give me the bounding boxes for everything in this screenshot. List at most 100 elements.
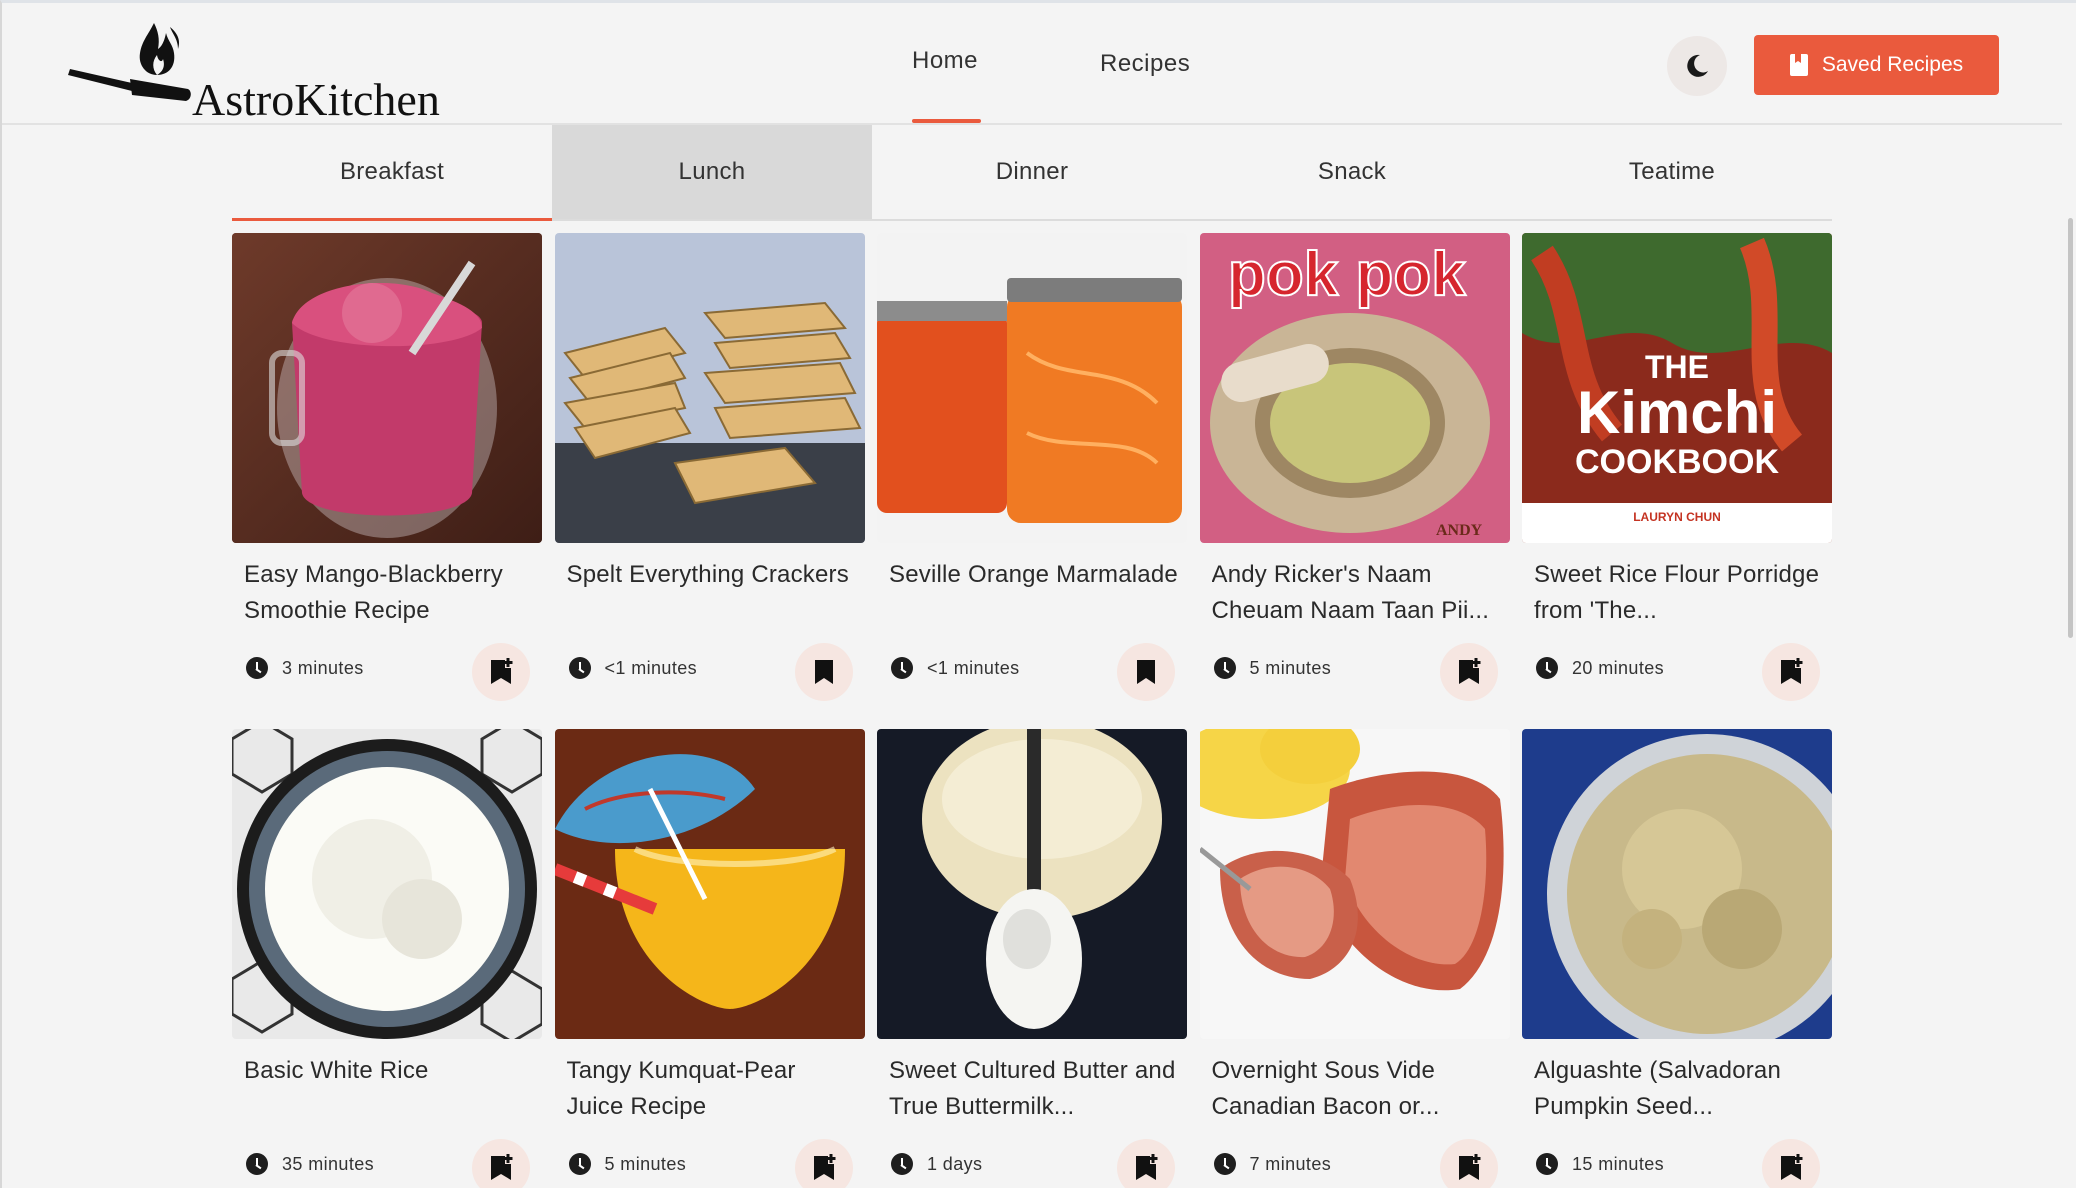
recipe-title[interactable]: Seville Orange Marmalade (889, 557, 1179, 593)
recipe-time: 5 minutes (568, 1153, 687, 1175)
bookmark-add-icon (1458, 1154, 1480, 1180)
bookmark-add-icon (1136, 1154, 1158, 1180)
logo[interactable]: AstroKitchen (62, 3, 442, 125)
recipe-time-label: <1 minutes (604, 657, 698, 678)
clock-icon (246, 1153, 268, 1175)
recipe-time: <1 minutes (568, 657, 698, 679)
bookmark-add-button[interactable] (1762, 1139, 1820, 1188)
bookmark-add-button[interactable] (1117, 1139, 1175, 1188)
bookmark-icon (1789, 54, 1808, 76)
svg-text:LAURYN CHUN: LAURYN CHUN (1633, 510, 1721, 524)
clock-icon (891, 1153, 913, 1175)
clock-icon (1213, 657, 1236, 679)
recipe-card[interactable]: THE Kimchi COOKBOOK LAURYN CHUN Sweet Ri… (1522, 233, 1832, 701)
recipe-time: 35 minutes (246, 1153, 374, 1175)
recipe-time: 1 days (891, 1153, 982, 1175)
svg-text:pok pok: pok pok (1228, 240, 1466, 309)
recipe-card[interactable]: pok pok ANDY Andy Ricker's Naam Cheuam N… (1199, 233, 1510, 701)
bookmark-add-button[interactable] (1439, 1139, 1498, 1188)
recipe-time: <1 minutes (891, 657, 1020, 679)
recipe-card[interactable]: Alguashte (Salvadoran Pumpkin Seed... 15… (1522, 729, 1832, 1188)
recipe-image[interactable] (877, 233, 1187, 543)
recipe-image[interactable] (232, 233, 542, 543)
recipe-title[interactable]: Sweet Rice Flour Porridge from 'The... (1534, 557, 1824, 629)
svg-text:COOKBOOK: COOKBOOK (1575, 443, 1779, 481)
recipe-image[interactable] (232, 729, 542, 1039)
recipe-image[interactable] (1522, 729, 1832, 1039)
top-header: AstroKitchen Home Recipes Saved Recipes (2, 3, 2062, 125)
recipe-image[interactable] (554, 729, 865, 1039)
saved-recipes-button[interactable]: Saved Recipes (1754, 35, 1999, 95)
recipe-time: 7 minutes (1213, 1153, 1332, 1175)
recipe-card[interactable]: Sweet Cultured Butter and True Buttermil… (877, 729, 1187, 1188)
nav-active-indicator (912, 119, 981, 123)
clock-icon (246, 657, 268, 679)
clock-icon (891, 657, 913, 679)
bookmark-add-icon (813, 1154, 835, 1180)
tab-dinner[interactable]: Dinner (872, 125, 1192, 219)
recipe-time-label: 5 minutes (604, 1153, 687, 1174)
bookmark-filled-icon (814, 660, 833, 684)
bookmark-add-icon (1781, 658, 1803, 684)
recipe-time-label: 3 minutes (282, 657, 364, 678)
clock-icon (1536, 657, 1558, 679)
svg-text:Kimchi: Kimchi (1577, 379, 1777, 446)
recipe-image[interactable] (554, 233, 865, 543)
recipe-title[interactable]: Sweet Cultured Butter and True Buttermil… (889, 1053, 1179, 1125)
recipe-image[interactable] (1199, 729, 1510, 1039)
bookmark-add-icon (491, 658, 513, 684)
recipe-time: 5 minutes (1213, 657, 1332, 679)
recipe-time: 3 minutes (246, 657, 364, 679)
recipe-time-label: 7 minutes (1249, 1153, 1332, 1174)
recipe-title[interactable]: Easy Mango-Blackberry Smoothie Recipe (244, 557, 534, 629)
recipe-card[interactable]: Easy Mango-Blackberry Smoothie Recipe 3 … (232, 233, 542, 701)
recipe-title[interactable]: Tangy Kumquat-Pear Juice Recipe (567, 1053, 857, 1125)
bookmark-saved-button[interactable] (794, 643, 853, 701)
recipe-time-label: <1 minutes (927, 657, 1020, 678)
bookmark-add-icon (1458, 658, 1480, 684)
recipe-card[interactable]: Overnight Sous Vide Canadian Bacon or...… (1199, 729, 1510, 1188)
bookmark-add-button[interactable] (1439, 643, 1498, 701)
app-window: AstroKitchen Home Recipes Saved Recipes … (0, 0, 2076, 1188)
recipe-image[interactable]: pok pok ANDY (1199, 233, 1510, 543)
bookmark-saved-button[interactable] (1117, 643, 1175, 701)
recipe-card[interactable]: Spelt Everything Crackers <1 minutes (554, 233, 865, 701)
recipe-title[interactable]: Andy Ricker's Naam Cheuam Naam Taan Pii.… (1212, 557, 1502, 629)
moon-icon (1687, 54, 1708, 77)
recipe-card[interactable]: Basic White Rice 35 minutes (232, 729, 542, 1188)
theme-toggle-button[interactable] (1667, 36, 1727, 96)
meal-category-tabs: Breakfast Lunch Dinner Snack Teatime (232, 125, 1832, 221)
recipe-title[interactable]: Overnight Sous Vide Canadian Bacon or... (1212, 1053, 1502, 1125)
recipe-image[interactable] (877, 729, 1187, 1039)
bookmark-add-button[interactable] (794, 1139, 853, 1188)
recipe-time-label: 1 days (927, 1153, 983, 1174)
bookmark-filled-icon (1137, 660, 1155, 684)
tab-lunch[interactable]: Lunch (552, 125, 872, 219)
bookmark-add-icon (491, 1154, 513, 1180)
recipe-title[interactable]: Spelt Everything Crackers (567, 557, 857, 593)
recipe-time-label: 5 minutes (1249, 657, 1332, 678)
bookmark-add-button[interactable] (1762, 643, 1820, 701)
clock-icon (1213, 1153, 1236, 1175)
clock-icon (1536, 1153, 1558, 1175)
svg-text:ANDY: ANDY (1436, 522, 1483, 539)
recipe-card[interactable]: Tangy Kumquat-Pear Juice Recipe 5 minute… (554, 729, 865, 1188)
recipe-title[interactable]: Alguashte (Salvadoran Pumpkin Seed... (1534, 1053, 1824, 1125)
tab-teatime[interactable]: Teatime (1512, 125, 1832, 219)
recipe-title[interactable]: Basic White Rice (244, 1053, 534, 1089)
recipe-image[interactable]: THE Kimchi COOKBOOK LAURYN CHUN (1522, 233, 1832, 543)
recipe-time: 20 minutes (1536, 657, 1664, 679)
scrollbar-thumb[interactable] (2068, 218, 2073, 638)
nav-home[interactable]: Home (912, 47, 978, 75)
saved-recipes-label: Saved Recipes (1821, 53, 1964, 76)
recipe-grid: Easy Mango-Blackberry Smoothie Recipe 3 … (232, 233, 1832, 1188)
app-name: AstroKitchen (192, 74, 440, 125)
clock-icon (568, 1153, 591, 1175)
tab-snack[interactable]: Snack (1192, 125, 1512, 219)
nav-recipes[interactable]: Recipes (1100, 50, 1190, 78)
bookmark-add-button[interactable] (472, 643, 530, 701)
recipe-time: 15 minutes (1536, 1153, 1664, 1175)
tab-breakfast[interactable]: Breakfast (232, 125, 552, 221)
recipe-card[interactable]: Seville Orange Marmalade <1 minutes (877, 233, 1187, 701)
bookmark-add-button[interactable] (472, 1139, 530, 1188)
